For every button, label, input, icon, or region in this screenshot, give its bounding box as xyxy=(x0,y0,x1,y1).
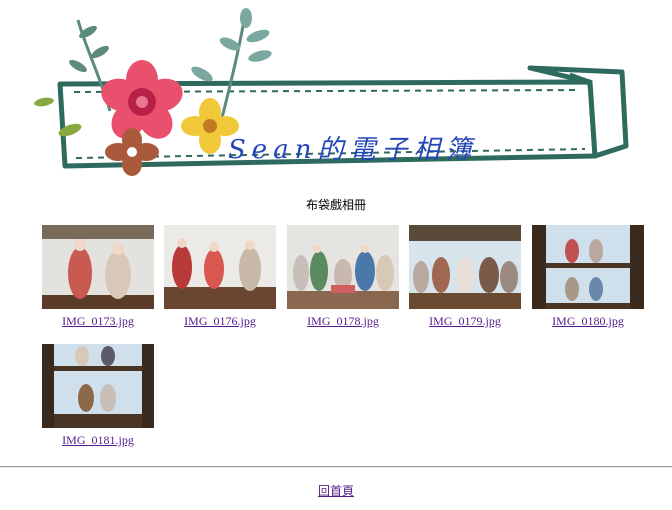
photo-item[interactable]: IMG_0176.jpg xyxy=(164,225,276,329)
photo-item[interactable]: IMG_0179.jpg xyxy=(409,225,521,329)
photo-item[interactable]: IMG_0180.jpg xyxy=(532,225,644,329)
banner-illustration: Sean的電子相簿 xyxy=(34,8,629,176)
photo-thumbnail[interactable] xyxy=(287,225,399,309)
photo-link[interactable]: IMG_0181.jpg xyxy=(42,433,154,448)
photo-item[interactable]: IMG_0173.jpg xyxy=(42,225,154,329)
photo-thumbnail[interactable] xyxy=(409,225,521,309)
photo-link[interactable]: IMG_0179.jpg xyxy=(409,314,521,329)
photo-thumbnail[interactable] xyxy=(42,344,154,428)
album-title: 布袋戲相冊 xyxy=(305,198,366,212)
photo-link[interactable]: IMG_0178.jpg xyxy=(287,314,399,329)
photo-link[interactable]: IMG_0173.jpg xyxy=(42,314,154,329)
photo-thumbnail[interactable] xyxy=(164,225,276,309)
photo-thumbnail[interactable] xyxy=(532,225,644,309)
photo-link[interactable]: IMG_0176.jpg xyxy=(164,314,276,329)
photo-link[interactable]: IMG_0180.jpg xyxy=(532,314,644,329)
photo-thumbnail[interactable] xyxy=(42,225,154,309)
album-banner: Sean的電子相簿 xyxy=(30,6,634,184)
footer-divider xyxy=(0,466,672,468)
home-link[interactable]: 回首頁 xyxy=(0,482,672,499)
banner-title: Sean的電子相簿 xyxy=(228,135,477,165)
photo-item[interactable]: IMG_0178.jpg xyxy=(287,225,399,329)
photo-item[interactable]: IMG_0181.jpg xyxy=(42,344,154,448)
